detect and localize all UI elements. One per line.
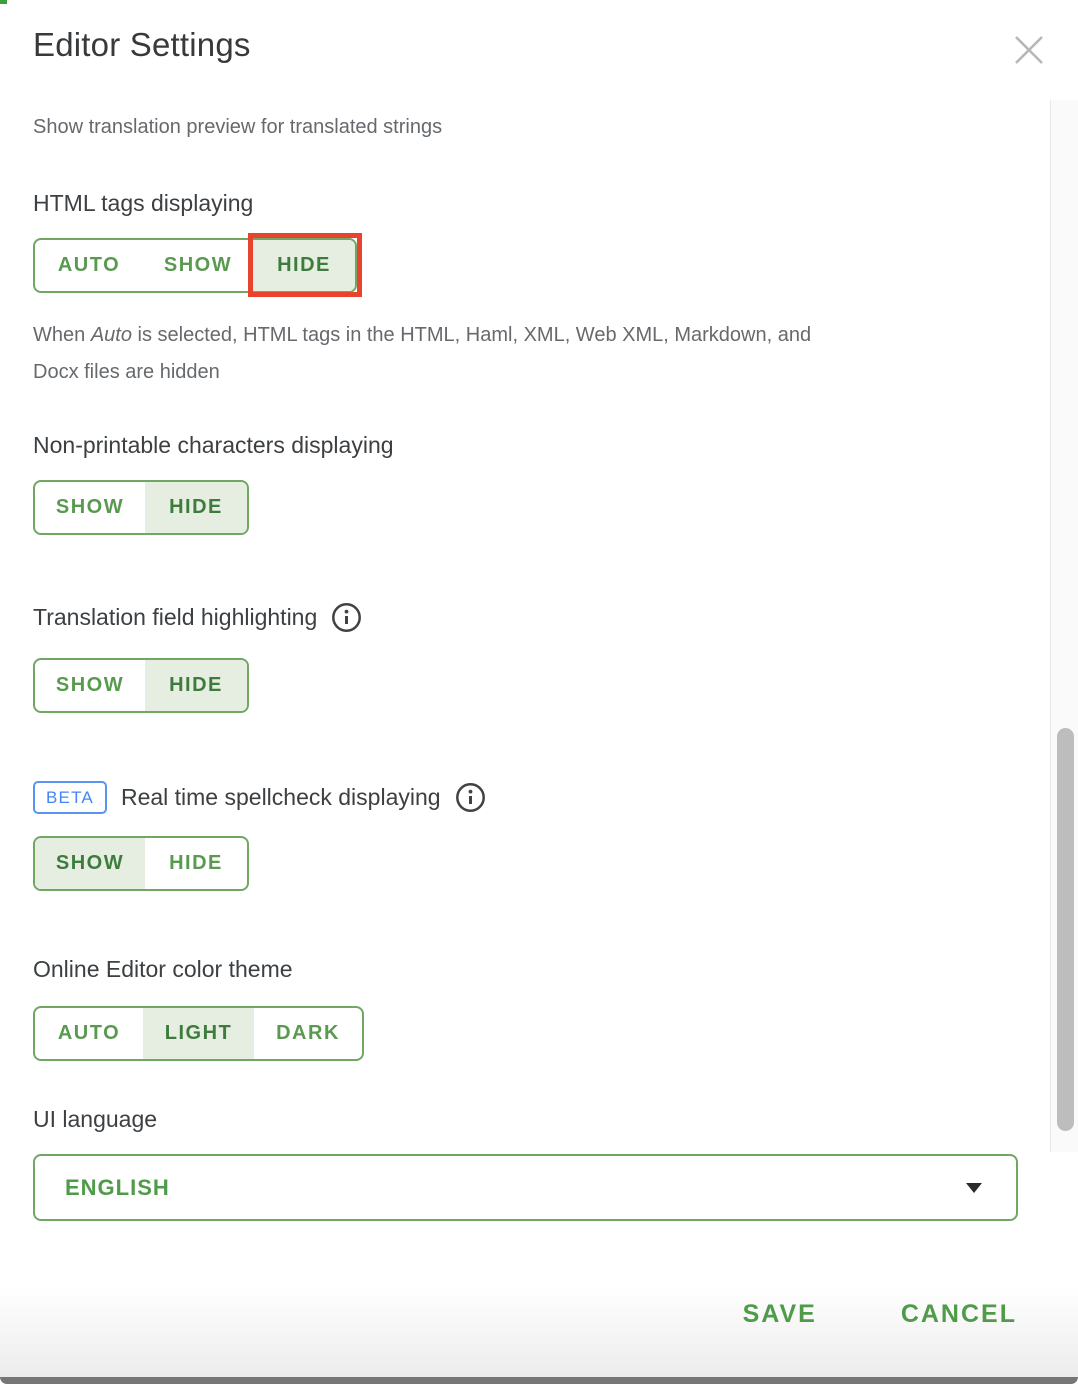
- non-printable-toggle: SHOW HIDE: [33, 480, 249, 535]
- spellcheck-toggle: SHOW HIDE: [33, 836, 249, 891]
- spellcheck-option-show[interactable]: SHOW: [35, 838, 145, 889]
- non-printable-label: Non-printable characters displaying: [33, 432, 394, 459]
- color-theme-option-light[interactable]: LIGHT: [143, 1008, 254, 1059]
- editor-settings-dialog: Editor Settings Show translation preview…: [0, 0, 1078, 1384]
- field-highlighting-option-show[interactable]: SHOW: [35, 660, 145, 711]
- color-theme-label: Online Editor color theme: [33, 956, 293, 983]
- scrollbar-track[interactable]: [1050, 100, 1078, 1152]
- html-tags-option-hide[interactable]: HIDE: [253, 240, 355, 291]
- spellcheck-header: BETA Real time spellcheck displaying: [33, 781, 486, 814]
- non-printable-option-show[interactable]: SHOW: [35, 482, 145, 533]
- non-printable-option-hide[interactable]: HIDE: [145, 482, 247, 533]
- html-tags-option-show[interactable]: SHOW: [143, 240, 253, 291]
- dialog-title: Editor Settings: [33, 26, 251, 64]
- html-tags-option-auto[interactable]: AUTO: [35, 240, 143, 291]
- beta-badge: BETA: [33, 781, 107, 814]
- html-tags-help-text: When Auto is selected, HTML tags in the …: [33, 317, 1018, 391]
- screenshot-corner-artifact: [0, 0, 7, 4]
- spellcheck-option-hide[interactable]: HIDE: [145, 838, 247, 889]
- translation-preview-note: Show translation preview for translated …: [33, 116, 442, 139]
- ui-language-label: UI language: [33, 1106, 157, 1133]
- ui-language-value: ENGLISH: [65, 1175, 170, 1201]
- color-theme-option-auto[interactable]: AUTO: [35, 1008, 143, 1059]
- field-highlighting-toggle: SHOW HIDE: [33, 658, 249, 713]
- spellcheck-label: Real time spellcheck displaying: [121, 784, 441, 811]
- info-icon[interactable]: [455, 782, 486, 813]
- color-theme-toggle: AUTO LIGHT DARK: [33, 1006, 364, 1061]
- cancel-button[interactable]: CANCEL: [901, 1300, 1017, 1329]
- chevron-down-icon: [966, 1183, 982, 1193]
- info-icon[interactable]: [331, 602, 362, 633]
- html-tags-label: HTML tags displaying: [33, 190, 253, 217]
- close-button[interactable]: [1010, 33, 1048, 71]
- field-highlighting-header: Translation field highlighting: [33, 602, 362, 633]
- footer-actions: SAVE CANCEL: [743, 1300, 1017, 1329]
- field-highlighting-label: Translation field highlighting: [33, 604, 317, 631]
- close-icon: [1012, 33, 1046, 72]
- window-bottom-edge: [0, 1377, 1078, 1384]
- ui-language-select[interactable]: ENGLISH: [33, 1154, 1018, 1221]
- field-highlighting-option-hide[interactable]: HIDE: [145, 660, 247, 711]
- html-tags-toggle: AUTO SHOW HIDE: [33, 238, 357, 293]
- save-button[interactable]: SAVE: [743, 1300, 817, 1329]
- color-theme-option-dark[interactable]: DARK: [254, 1008, 362, 1059]
- scrollbar-thumb[interactable]: [1057, 728, 1074, 1131]
